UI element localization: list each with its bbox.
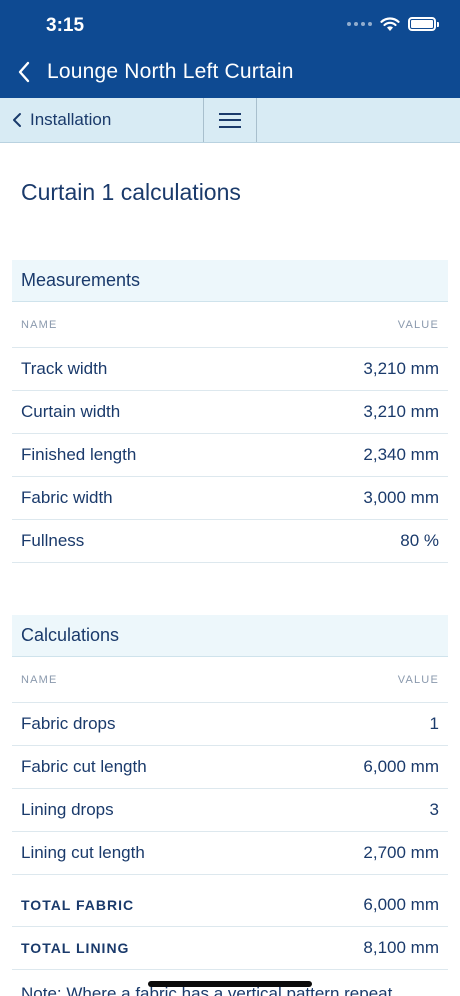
row-value: 3,210 mm [363,359,439,378]
row-name: Curtain width [21,402,121,421]
measurements-section: Measurements NAME VALUE Track width 3,21… [12,260,448,563]
row-name: Lining cut length [21,843,145,862]
row-value: 3,000 mm [363,488,439,507]
sub-navigation: Installation [0,98,460,143]
calculations-section: Calculations NAME VALUE Fabric drops 1 F… [12,615,448,970]
column-name-header: NAME [21,673,58,686]
column-value-header: VALUE [397,673,439,686]
table-row: Lining cut length 2,700 mm [12,832,448,875]
status-icons [347,16,439,32]
signal-icon [347,22,372,26]
row-name: Fabric width [21,488,113,507]
table-row: Fabric drops 1 [12,703,448,746]
table-row: Finished length 2,340 mm [12,434,448,477]
table-row: Fabric cut length 6,000 mm [12,746,448,789]
nav-bar: Lounge North Left Curtain [0,50,460,98]
row-name: Lining drops [21,800,114,819]
row-value: 6,000 mm [363,757,439,776]
row-name: Track width [21,359,108,378]
table-column-headers: NAME VALUE [12,657,448,703]
wifi-icon [380,17,400,31]
total-row: TOTAL LINING 8,100 mm [12,927,448,970]
nav-title: Lounge North Left Curtain [47,60,294,83]
status-bar: 3:15 [0,0,460,50]
row-name: Fullness [21,531,85,550]
app-header: 3:15 Lounge North Left Curtain [0,0,460,98]
installation-back-label: Installation [30,110,112,129]
table-row: Track width 3,210 mm [12,348,448,391]
row-value: 1 [429,714,439,733]
table-row: Curtain width 3,210 mm [12,391,448,434]
chevron-left-icon [18,61,30,83]
installation-back-button[interactable]: Installation [0,98,204,142]
row-name: Fabric drops [21,714,116,733]
section-header: Calculations [12,615,448,657]
total-lining-value: 8,100 mm [363,938,439,957]
table-row: Lining drops 3 [12,789,448,832]
column-value-header: VALUE [397,318,439,331]
section-header: Measurements [12,260,448,302]
row-value: 2,700 mm [363,843,439,862]
page-title: Curtain 1 calculations [21,179,241,205]
row-name: Fabric cut length [21,757,147,776]
column-name-header: NAME [21,318,58,331]
total-fabric-value: 6,000 mm [363,894,439,914]
row-value: 3 [429,800,439,819]
table-column-headers: NAME VALUE [12,302,448,348]
row-value: 3,210 mm [363,402,439,421]
table-row: Fabric width 3,000 mm [12,477,448,520]
total-lining-label: TOTAL LINING [21,940,130,956]
back-button[interactable] [12,60,36,84]
table-row: Fullness 80 % [12,520,448,563]
hamburger-menu-icon [219,112,241,128]
home-indicator[interactable] [148,981,312,987]
total-fabric-label: TOTAL FABRIC [21,896,135,913]
status-time: 3:15 [46,15,85,36]
total-row: TOTAL FABRIC 6,000 mm [12,875,448,927]
battery-icon [408,17,439,31]
chevron-left-icon [13,113,21,127]
row-value: 2,340 mm [363,445,439,464]
row-name: Finished length [21,445,137,464]
menu-button[interactable] [204,98,257,142]
row-value: 80 % [400,531,439,550]
